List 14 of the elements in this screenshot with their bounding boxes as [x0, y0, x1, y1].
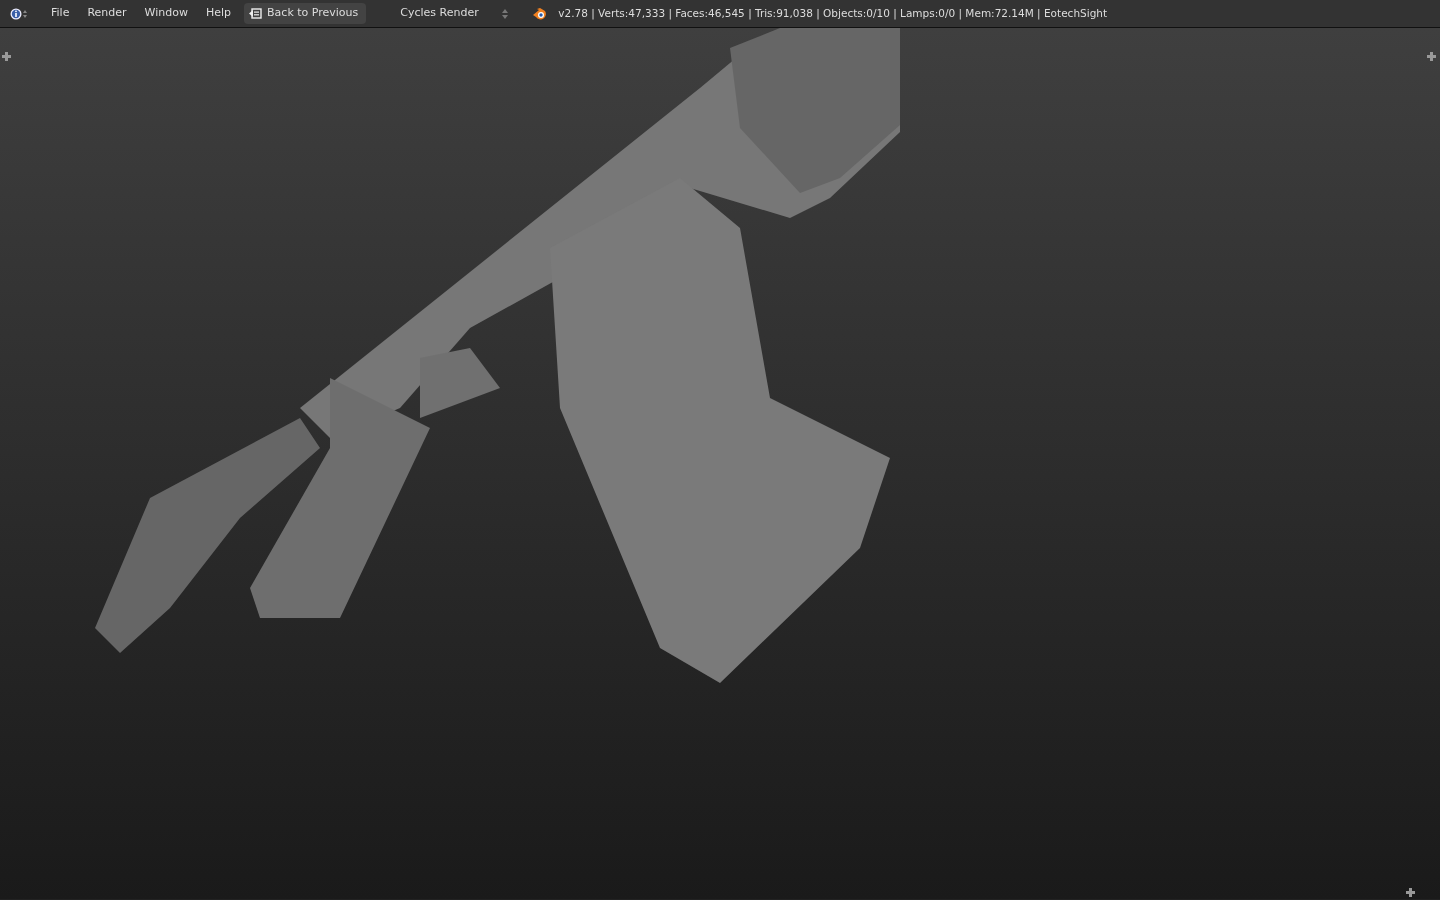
up-down-arrows-icon	[502, 7, 509, 20]
3d-viewport[interactable]	[0, 28, 1440, 899]
area-split-handle-icon[interactable]	[1406, 888, 1415, 897]
app-logo-icon	[532, 6, 549, 21]
area-split-handle-icon[interactable]	[1427, 52, 1436, 61]
scene-statistics: v2.78 | Verts:47,333 | Faces:46,545 | Tris:91,038 | Objects:0/10 | Lamps:0/0 | Mem:72.14M | EotechSight	[558, 5, 1108, 22]
menu-item[interactable]: Help	[196, 3, 241, 24]
menu-item[interactable]: File	[42, 3, 79, 24]
back-icon	[248, 8, 263, 19]
menu-item[interactable]: Render	[78, 3, 136, 24]
area-split-handle-icon[interactable]	[2, 52, 11, 61]
menu-item[interactable]: Window	[135, 3, 197, 24]
back-to-previous-button[interactable]: Back to Previous	[244, 3, 367, 24]
render-engine-dropdown[interactable]: Cycles Render	[394, 3, 515, 24]
